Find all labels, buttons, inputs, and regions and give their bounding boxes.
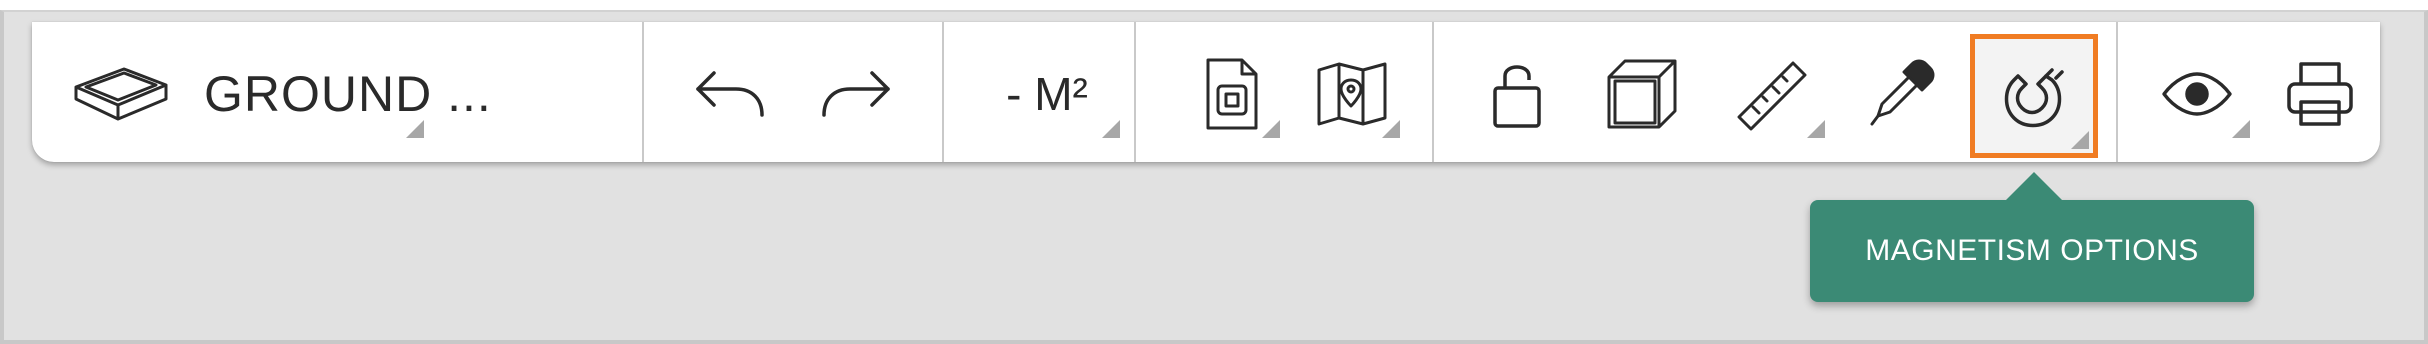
ruler-icon (1735, 57, 1809, 131)
dropdown-corner-indicator (1262, 120, 1280, 138)
floor-plane-icon (72, 63, 170, 125)
eyedropper-icon (1868, 58, 1936, 130)
undo-icon (692, 63, 768, 125)
visibility-button[interactable] (2142, 48, 2252, 140)
tooltip-arrow (2006, 172, 2062, 200)
floor-name-label: GROUND ... (204, 66, 492, 122)
dropdown-corner-indicator (1102, 120, 1120, 138)
3d-view-button[interactable] (1592, 48, 1692, 140)
undo-button[interactable] (682, 48, 778, 140)
redo-icon (818, 63, 894, 125)
document-export-button[interactable] (1182, 48, 1282, 140)
main-toolbar: GROUND ... - M² (32, 22, 2380, 162)
toolbar-divider (1432, 22, 1434, 162)
magnet-icon (2002, 64, 2066, 128)
dropdown-corner-indicator (1382, 120, 1400, 138)
surface-unit-button[interactable]: - M² (972, 48, 1122, 140)
toolbar-divider (942, 22, 944, 162)
redo-button[interactable] (808, 48, 904, 140)
surface-unit-label: - M² (1006, 68, 1088, 120)
print-button[interactable] (2272, 48, 2368, 140)
toolbar-divider (1134, 22, 1136, 162)
3d-box-icon (1605, 57, 1679, 131)
dropdown-corner-indicator (406, 120, 424, 138)
unlock-icon (1491, 58, 1543, 130)
map-export-button[interactable] (1302, 48, 1402, 140)
magnetism-button[interactable] (1970, 34, 2098, 158)
document-export-icon (1202, 56, 1262, 132)
floor-selector-button[interactable]: GROUND ... (72, 48, 491, 140)
map-export-icon (1315, 60, 1389, 128)
dropdown-corner-indicator (2071, 131, 2089, 149)
dropdown-corner-indicator (2232, 120, 2250, 138)
dropdown-corner-indicator (1807, 120, 1825, 138)
toolbar-divider (642, 22, 644, 162)
lock-toggle-button[interactable] (1472, 48, 1562, 140)
printer-icon (2285, 58, 2355, 130)
magnetism-tooltip: MAGNETISM OPTIONS (1810, 172, 2254, 302)
tooltip-text: MAGNETISM OPTIONS (1865, 234, 2199, 267)
measure-button[interactable] (1717, 48, 1827, 140)
toolbar-divider (2116, 22, 2118, 162)
eyedropper-button[interactable] (1852, 48, 1952, 140)
eye-icon (2160, 70, 2234, 118)
